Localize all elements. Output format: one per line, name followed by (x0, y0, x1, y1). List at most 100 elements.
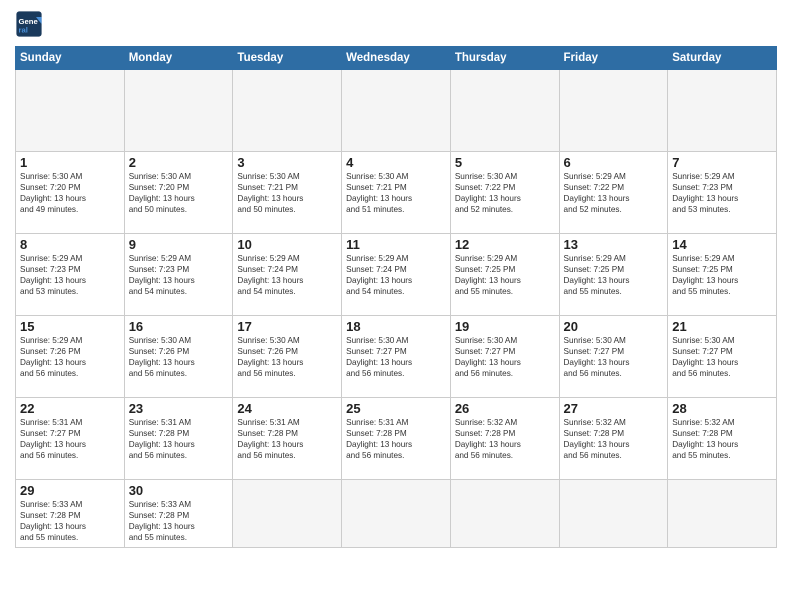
weekday-header-sunday: Sunday (16, 47, 125, 70)
day-number: 9 (129, 237, 229, 252)
day-info: Sunrise: 5:32 AM Sunset: 7:28 PM Dayligh… (564, 417, 664, 461)
calendar-cell: 18Sunrise: 5:30 AM Sunset: 7:27 PM Dayli… (342, 316, 451, 398)
day-info: Sunrise: 5:29 AM Sunset: 7:24 PM Dayligh… (237, 253, 337, 297)
calendar-cell: 9Sunrise: 5:29 AM Sunset: 7:23 PM Daylig… (124, 234, 233, 316)
day-info: Sunrise: 5:32 AM Sunset: 7:28 PM Dayligh… (455, 417, 555, 461)
day-number: 12 (455, 237, 555, 252)
calendar-cell: 14Sunrise: 5:29 AM Sunset: 7:25 PM Dayli… (668, 234, 777, 316)
weekday-header-wednesday: Wednesday (342, 47, 451, 70)
day-info: Sunrise: 5:29 AM Sunset: 7:26 PM Dayligh… (20, 335, 120, 379)
calendar-cell: 4Sunrise: 5:30 AM Sunset: 7:21 PM Daylig… (342, 152, 451, 234)
day-number: 22 (20, 401, 120, 416)
calendar-cell: 27Sunrise: 5:32 AM Sunset: 7:28 PM Dayli… (559, 398, 668, 480)
day-info: Sunrise: 5:29 AM Sunset: 7:22 PM Dayligh… (564, 171, 664, 215)
weekday-header-row: SundayMondayTuesdayWednesdayThursdayFrid… (16, 47, 777, 70)
calendar-row-2: 8Sunrise: 5:29 AM Sunset: 7:23 PM Daylig… (16, 234, 777, 316)
calendar-cell: 21Sunrise: 5:30 AM Sunset: 7:27 PM Dayli… (668, 316, 777, 398)
day-number: 30 (129, 483, 229, 498)
calendar-cell: 30Sunrise: 5:33 AM Sunset: 7:28 PM Dayli… (124, 480, 233, 548)
day-info: Sunrise: 5:29 AM Sunset: 7:24 PM Dayligh… (346, 253, 446, 297)
day-info: Sunrise: 5:32 AM Sunset: 7:28 PM Dayligh… (672, 417, 772, 461)
calendar-cell (16, 70, 125, 152)
calendar-cell: 15Sunrise: 5:29 AM Sunset: 7:26 PM Dayli… (16, 316, 125, 398)
weekday-header-tuesday: Tuesday (233, 47, 342, 70)
day-info: Sunrise: 5:30 AM Sunset: 7:27 PM Dayligh… (346, 335, 446, 379)
day-number: 23 (129, 401, 229, 416)
calendar-cell (124, 70, 233, 152)
day-number: 26 (455, 401, 555, 416)
calendar-cell: 13Sunrise: 5:29 AM Sunset: 7:25 PM Dayli… (559, 234, 668, 316)
day-info: Sunrise: 5:29 AM Sunset: 7:25 PM Dayligh… (564, 253, 664, 297)
calendar-table: SundayMondayTuesdayWednesdayThursdayFrid… (15, 46, 777, 548)
day-number: 16 (129, 319, 229, 334)
day-info: Sunrise: 5:31 AM Sunset: 7:28 PM Dayligh… (346, 417, 446, 461)
calendar-cell: 7Sunrise: 5:29 AM Sunset: 7:23 PM Daylig… (668, 152, 777, 234)
weekday-header-monday: Monday (124, 47, 233, 70)
calendar-cell: 6Sunrise: 5:29 AM Sunset: 7:22 PM Daylig… (559, 152, 668, 234)
calendar-cell: 29Sunrise: 5:33 AM Sunset: 7:28 PM Dayli… (16, 480, 125, 548)
day-number: 4 (346, 155, 446, 170)
calendar-row-4: 22Sunrise: 5:31 AM Sunset: 7:27 PM Dayli… (16, 398, 777, 480)
weekday-header-saturday: Saturday (668, 47, 777, 70)
calendar-cell: 5Sunrise: 5:30 AM Sunset: 7:22 PM Daylig… (450, 152, 559, 234)
day-number: 8 (20, 237, 120, 252)
day-number: 2 (129, 155, 229, 170)
logo-area: Gene ral (15, 10, 45, 38)
day-info: Sunrise: 5:30 AM Sunset: 7:27 PM Dayligh… (672, 335, 772, 379)
calendar-cell: 25Sunrise: 5:31 AM Sunset: 7:28 PM Dayli… (342, 398, 451, 480)
day-info: Sunrise: 5:31 AM Sunset: 7:28 PM Dayligh… (237, 417, 337, 461)
day-info: Sunrise: 5:29 AM Sunset: 7:25 PM Dayligh… (455, 253, 555, 297)
logo-icon: Gene ral (15, 10, 43, 38)
day-number: 20 (564, 319, 664, 334)
day-info: Sunrise: 5:30 AM Sunset: 7:26 PM Dayligh… (129, 335, 229, 379)
day-number: 27 (564, 401, 664, 416)
day-info: Sunrise: 5:30 AM Sunset: 7:21 PM Dayligh… (237, 171, 337, 215)
calendar-cell: 10Sunrise: 5:29 AM Sunset: 7:24 PM Dayli… (233, 234, 342, 316)
weekday-header-friday: Friday (559, 47, 668, 70)
day-info: Sunrise: 5:30 AM Sunset: 7:27 PM Dayligh… (455, 335, 555, 379)
calendar-cell: 22Sunrise: 5:31 AM Sunset: 7:27 PM Dayli… (16, 398, 125, 480)
calendar-cell: 20Sunrise: 5:30 AM Sunset: 7:27 PM Dayli… (559, 316, 668, 398)
header: Gene ral (15, 10, 777, 38)
day-number: 11 (346, 237, 446, 252)
calendar-cell (450, 480, 559, 548)
day-number: 6 (564, 155, 664, 170)
calendar-page: Gene ral SundayMondayTuesdayWednesdayThu… (0, 0, 792, 612)
calendar-row-3: 15Sunrise: 5:29 AM Sunset: 7:26 PM Dayli… (16, 316, 777, 398)
calendar-cell (450, 70, 559, 152)
calendar-cell: 17Sunrise: 5:30 AM Sunset: 7:26 PM Dayli… (233, 316, 342, 398)
calendar-cell (342, 70, 451, 152)
day-info: Sunrise: 5:30 AM Sunset: 7:26 PM Dayligh… (237, 335, 337, 379)
day-info: Sunrise: 5:30 AM Sunset: 7:20 PM Dayligh… (20, 171, 120, 215)
calendar-cell (559, 70, 668, 152)
day-info: Sunrise: 5:29 AM Sunset: 7:25 PM Dayligh… (672, 253, 772, 297)
day-info: Sunrise: 5:33 AM Sunset: 7:28 PM Dayligh… (20, 499, 120, 543)
calendar-cell: 19Sunrise: 5:30 AM Sunset: 7:27 PM Dayli… (450, 316, 559, 398)
day-number: 5 (455, 155, 555, 170)
day-number: 18 (346, 319, 446, 334)
calendar-cell: 26Sunrise: 5:32 AM Sunset: 7:28 PM Dayli… (450, 398, 559, 480)
calendar-cell: 8Sunrise: 5:29 AM Sunset: 7:23 PM Daylig… (16, 234, 125, 316)
calendar-cell (668, 480, 777, 548)
calendar-row-5: 29Sunrise: 5:33 AM Sunset: 7:28 PM Dayli… (16, 480, 777, 548)
calendar-cell: 24Sunrise: 5:31 AM Sunset: 7:28 PM Dayli… (233, 398, 342, 480)
calendar-cell: 23Sunrise: 5:31 AM Sunset: 7:28 PM Dayli… (124, 398, 233, 480)
svg-text:ral: ral (19, 25, 28, 34)
day-number: 15 (20, 319, 120, 334)
day-number: 25 (346, 401, 446, 416)
day-number: 3 (237, 155, 337, 170)
day-number: 19 (455, 319, 555, 334)
day-info: Sunrise: 5:29 AM Sunset: 7:23 PM Dayligh… (672, 171, 772, 215)
calendar-row-1: 1Sunrise: 5:30 AM Sunset: 7:20 PM Daylig… (16, 152, 777, 234)
day-info: Sunrise: 5:30 AM Sunset: 7:20 PM Dayligh… (129, 171, 229, 215)
day-number: 7 (672, 155, 772, 170)
calendar-cell: 2Sunrise: 5:30 AM Sunset: 7:20 PM Daylig… (124, 152, 233, 234)
day-number: 29 (20, 483, 120, 498)
day-number: 24 (237, 401, 337, 416)
day-info: Sunrise: 5:29 AM Sunset: 7:23 PM Dayligh… (20, 253, 120, 297)
day-number: 1 (20, 155, 120, 170)
day-info: Sunrise: 5:30 AM Sunset: 7:21 PM Dayligh… (346, 171, 446, 215)
day-number: 21 (672, 319, 772, 334)
day-info: Sunrise: 5:31 AM Sunset: 7:27 PM Dayligh… (20, 417, 120, 461)
calendar-cell (233, 70, 342, 152)
